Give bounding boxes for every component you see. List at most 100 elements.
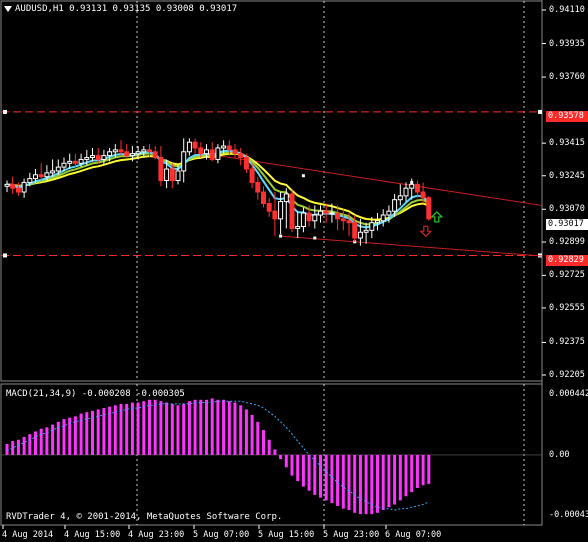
macd-bar — [393, 454, 397, 505]
macd-bar — [250, 414, 254, 455]
macd-axis-label: -0.000436 — [549, 510, 588, 520]
time-label: 6 Aug 07:00 — [385, 530, 442, 540]
candle-body — [323, 210, 329, 214]
candle-body — [243, 157, 249, 170]
candle-body — [72, 160, 78, 164]
macd-bar — [227, 401, 231, 455]
candle-body — [300, 212, 306, 228]
macd-bar — [427, 454, 431, 484]
level-handle-right-0 — [538, 109, 542, 114]
macd-bar — [130, 402, 134, 455]
sell-arrow-icon — [419, 225, 433, 238]
level-handle-left-1 — [3, 253, 7, 258]
macd-bar — [381, 454, 385, 511]
time-label: 4 Aug 15:00 — [64, 530, 121, 540]
macd-bar — [421, 454, 425, 486]
candle-body — [129, 153, 135, 157]
macd-bar — [51, 424, 55, 455]
macd-bar — [34, 431, 37, 455]
candle-body — [147, 149, 152, 153]
macd-bar — [176, 405, 180, 455]
price-label: 0.93415 — [549, 138, 585, 149]
macd-bar — [142, 401, 146, 455]
candle-body — [118, 149, 124, 153]
candle-body — [209, 149, 215, 160]
candle-body — [192, 141, 198, 149]
macd-bar — [410, 454, 414, 493]
candle-body — [15, 187, 21, 193]
price-chart[interactable] — [0, 0, 588, 542]
candle-body — [4, 183, 10, 187]
macd-bar — [353, 454, 357, 513]
macd-bar — [39, 428, 43, 455]
macd-bar — [387, 454, 391, 508]
time-label: 5 Aug 07:00 — [193, 530, 250, 540]
macd-bar — [347, 454, 351, 511]
buy-arrow-icon — [430, 211, 444, 223]
candle-body — [152, 151, 158, 159]
candle-body — [50, 170, 56, 174]
macd-bar — [170, 403, 174, 455]
candle-body — [44, 172, 50, 178]
macd-bar — [273, 449, 277, 455]
candle-body — [369, 222, 375, 231]
macd-bar — [279, 454, 283, 460]
candle-body — [397, 195, 403, 201]
macd-bar — [113, 405, 117, 455]
candle-body — [352, 222, 358, 239]
macd-bar — [267, 439, 271, 455]
macd-bar — [136, 402, 140, 455]
time-label: 5 Aug 15:00 — [258, 530, 315, 540]
macd-bar — [284, 454, 288, 468]
candle-body — [380, 214, 386, 222]
candle-body — [232, 149, 238, 155]
macd-bar — [62, 419, 66, 455]
macd-bar — [358, 454, 362, 515]
macd-bar — [244, 409, 248, 455]
channel-anchor-0 — [301, 174, 305, 178]
macd-bar — [45, 427, 49, 455]
macd-bar — [148, 399, 151, 455]
macd-bar — [296, 454, 300, 482]
candle-body — [295, 226, 301, 229]
candle-body — [414, 183, 420, 193]
candle-body — [392, 199, 398, 212]
macd-bar — [301, 454, 305, 487]
candle-body — [226, 145, 232, 151]
macd-axis-label: 0.000442 — [549, 389, 588, 399]
candle-body — [158, 157, 164, 182]
macd-title: MACD(21,34,9) -0.000208 -0.000305 — [6, 389, 185, 399]
price-label: 0.92899 — [549, 237, 585, 248]
chart-menu-icon[interactable] — [4, 5, 12, 12]
candle-body — [283, 193, 289, 203]
price-label: 0.92375 — [549, 337, 585, 348]
macd-bar — [5, 443, 9, 455]
macd-bar — [22, 436, 26, 455]
time-label: 5 Aug 23:00 — [323, 530, 380, 540]
candle-body — [357, 231, 363, 239]
lower-level-label: 0.92829 — [546, 255, 588, 266]
candle-body — [112, 149, 118, 153]
macd-bar — [330, 454, 334, 504]
macd-bar — [415, 454, 419, 488]
candle-body — [255, 181, 261, 193]
candle-body — [306, 212, 312, 222]
candle-body — [409, 183, 415, 189]
candle-body — [175, 170, 181, 182]
price-label: 0.93760 — [549, 72, 585, 83]
candle-body — [215, 147, 221, 160]
candle-body — [312, 214, 318, 222]
macd-bar — [165, 402, 169, 455]
macd-bar — [193, 399, 197, 455]
channel-upper — [217, 155, 543, 206]
macd-bar — [239, 405, 243, 455]
candle-body — [27, 178, 33, 183]
candle-body — [84, 157, 90, 160]
candle-body — [238, 153, 244, 159]
price-label: 0.92205 — [549, 370, 585, 380]
price-panel-frame — [0, 0, 543, 382]
symbol-info: AUDUSD,H1 0.93131 0.93135 0.93008 0.9301… — [15, 4, 238, 14]
channel-lower — [280, 235, 543, 257]
candle-body — [78, 158, 84, 164]
macd-bar — [216, 399, 220, 455]
